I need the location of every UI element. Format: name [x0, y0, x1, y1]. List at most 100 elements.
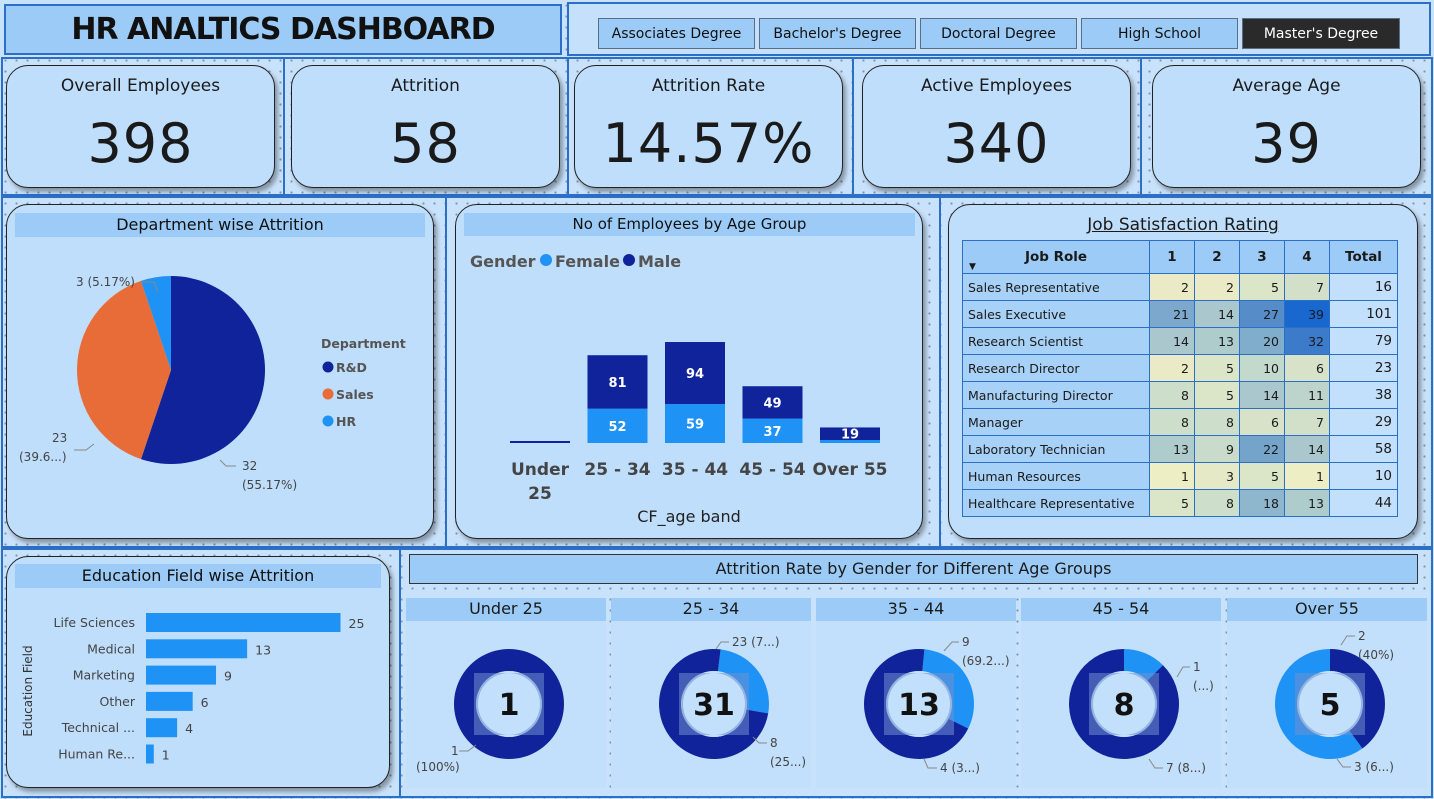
rating-cell: 5 — [1194, 381, 1240, 409]
kpi-value: 340 — [943, 112, 1050, 175]
kpi-attrition-rate: Attrition Rate 14.57% — [574, 65, 843, 188]
rating-cell: 5 — [1149, 489, 1195, 517]
divider — [399, 548, 401, 798]
rating-cell: 10 — [1239, 354, 1285, 382]
rating-cell: 11 — [1284, 381, 1330, 409]
bar-value-label: 6 — [201, 695, 209, 710]
edu-bar[interactable] — [146, 691, 193, 711]
edu-bar[interactable] — [146, 613, 341, 632]
header-label: Job Role — [1024, 249, 1088, 265]
table-row[interactable]: Research Scientist 14 13 20 32 79 — [962, 327, 1398, 355]
table-row[interactable]: Sales Executive 21 14 27 39 101 — [962, 300, 1398, 328]
table-row[interactable]: Human Resources 1 3 5 1 10 — [962, 462, 1398, 490]
table-row[interactable]: Research Director 2 5 10 6 23 — [962, 354, 1398, 382]
legend-sales: Sales — [336, 387, 374, 402]
job-role-cell: Research Director — [962, 354, 1150, 382]
rating-cell: 14 — [1239, 381, 1285, 409]
rating-cell: 14 — [1284, 435, 1330, 463]
donut-center-value: 31 — [693, 688, 735, 723]
filter-associates-degree[interactable]: Associates Degree — [598, 18, 755, 49]
y-axis-title: Education Field — [21, 645, 35, 736]
col-header-2[interactable]: 2 — [1194, 240, 1240, 274]
table-row[interactable]: Healthcare Representative 5 8 18 13 44 — [962, 489, 1398, 517]
education-bar-chart: Education Field Life Sciences 25 Medical 13… — [21, 613, 365, 764]
legend-hr: HR — [336, 414, 356, 429]
total-cell: 38 — [1329, 381, 1398, 409]
donut-title: 35 - 44 — [816, 598, 1016, 621]
bar-label-female: 59 — [686, 418, 704, 433]
rating-cell: 3 — [1194, 462, 1240, 490]
donut-data-label: (40%) — [1358, 648, 1394, 662]
donut-title: Over 55 — [1227, 598, 1427, 621]
kpi-label: Average Age — [1232, 76, 1341, 96]
job-satisfaction-matrix: Job Role ▼ 1 2 3 4 Total Sales Representa… — [962, 240, 1398, 517]
x-axis-title: CF_age band — [637, 507, 741, 527]
edu-bar[interactable] — [146, 665, 217, 685]
edu-bar[interactable] — [146, 639, 248, 659]
rating-cell: 5 — [1239, 462, 1285, 490]
sort-arrow-icon[interactable]: ▼ — [969, 262, 976, 272]
col-header-job-role[interactable]: Job Role ▼ — [962, 240, 1150, 274]
bar-male[interactable] — [510, 441, 570, 443]
filter-masters-degree[interactable]: Master's Degree — [1242, 18, 1400, 49]
table-row[interactable]: Manufacturing Director 8 5 14 11 38 — [962, 381, 1398, 409]
table-row[interactable]: Laboratory Technician 13 9 22 14 58 — [962, 435, 1398, 463]
dashboard-title: HR ANALTICS DASHBOARD — [71, 12, 495, 47]
rating-cell: 22 — [1239, 435, 1285, 463]
kpi-average-age: Average Age 39 — [1152, 65, 1421, 188]
total-cell: 23 — [1329, 354, 1398, 382]
legend-female: Female — [555, 252, 620, 271]
kpi-attrition: Attrition 58 — [291, 65, 560, 188]
y-tick-label: Life Sciences — [54, 615, 135, 630]
kpi-active-employees: Active Employees 340 — [862, 65, 1131, 188]
legend-title: Department — [321, 336, 406, 351]
col-header-4[interactable]: 4 — [1284, 240, 1330, 274]
bar-value-label: 1 — [162, 748, 170, 763]
rating-cell: 1 — [1284, 462, 1330, 490]
job-satisfaction-title: Job Satisfaction Rating — [1087, 215, 1279, 235]
dashboard-title-box: HR ANALTICS DASHBOARD — [4, 4, 562, 55]
col-header-1[interactable]: 1 — [1149, 240, 1195, 274]
filter-high-school[interactable]: High School — [1081, 18, 1238, 49]
job-role-cell: Research Scientist — [962, 327, 1150, 355]
donut-data-label: 2 — [1358, 629, 1366, 643]
bar-value-label: 13 — [255, 642, 271, 657]
donut-data-label: 23 (7...) — [732, 635, 780, 649]
kpi-value: 14.57% — [602, 112, 815, 175]
filter-doctoral-degree[interactable]: Doctoral Degree — [920, 18, 1077, 49]
donut-data-label: 9 — [962, 635, 970, 649]
donut-data-label: 7 (8...) — [1166, 761, 1206, 775]
x-tick-label: 25 - 34 — [584, 460, 650, 480]
legend-dot-sales — [322, 388, 334, 400]
y-tick-label: Other — [100, 694, 136, 709]
divider — [852, 57, 854, 196]
table-row[interactable]: Sales Representative 2 2 5 7 16 — [962, 273, 1398, 301]
donut-title: Under 25 — [406, 598, 606, 621]
edu-bar[interactable] — [146, 718, 178, 738]
col-header-total[interactable]: Total — [1329, 240, 1398, 274]
rating-cell: 13 — [1284, 489, 1330, 517]
donut-center-value: 8 — [1114, 688, 1135, 723]
donut-title: 25 - 34 — [611, 598, 811, 621]
total-cell: 44 — [1329, 489, 1398, 517]
bar-value-label: 25 — [349, 616, 365, 631]
divider — [283, 57, 285, 196]
kpi-value: 398 — [87, 112, 194, 175]
job-role-cell: Sales Representative — [962, 273, 1150, 301]
pie-label-sales: 23 — [52, 431, 67, 445]
bar-label-male: 19 — [841, 428, 859, 443]
edu-bar[interactable] — [146, 744, 154, 764]
rating-cell: 5 — [1239, 273, 1285, 301]
rating-cell: 13 — [1149, 435, 1195, 463]
donut-chart: 13 9 (69.2...) 4 (3...) — [864, 635, 1010, 775]
job-role-cell: Sales Executive — [962, 300, 1150, 328]
col-header-3[interactable]: 3 — [1239, 240, 1285, 274]
rating-cell: 2 — [1149, 273, 1195, 301]
rating-cell: 6 — [1239, 408, 1285, 436]
job-role-cell: Manufacturing Director — [962, 381, 1150, 409]
rating-cell: 2 — [1194, 273, 1240, 301]
table-row[interactable]: Manager 8 8 6 7 29 — [962, 408, 1398, 436]
rating-cell: 14 — [1194, 300, 1240, 328]
filter-bachelors-degree[interactable]: Bachelor's Degree — [759, 18, 916, 49]
gender-legend-title: Gender — [470, 252, 536, 271]
